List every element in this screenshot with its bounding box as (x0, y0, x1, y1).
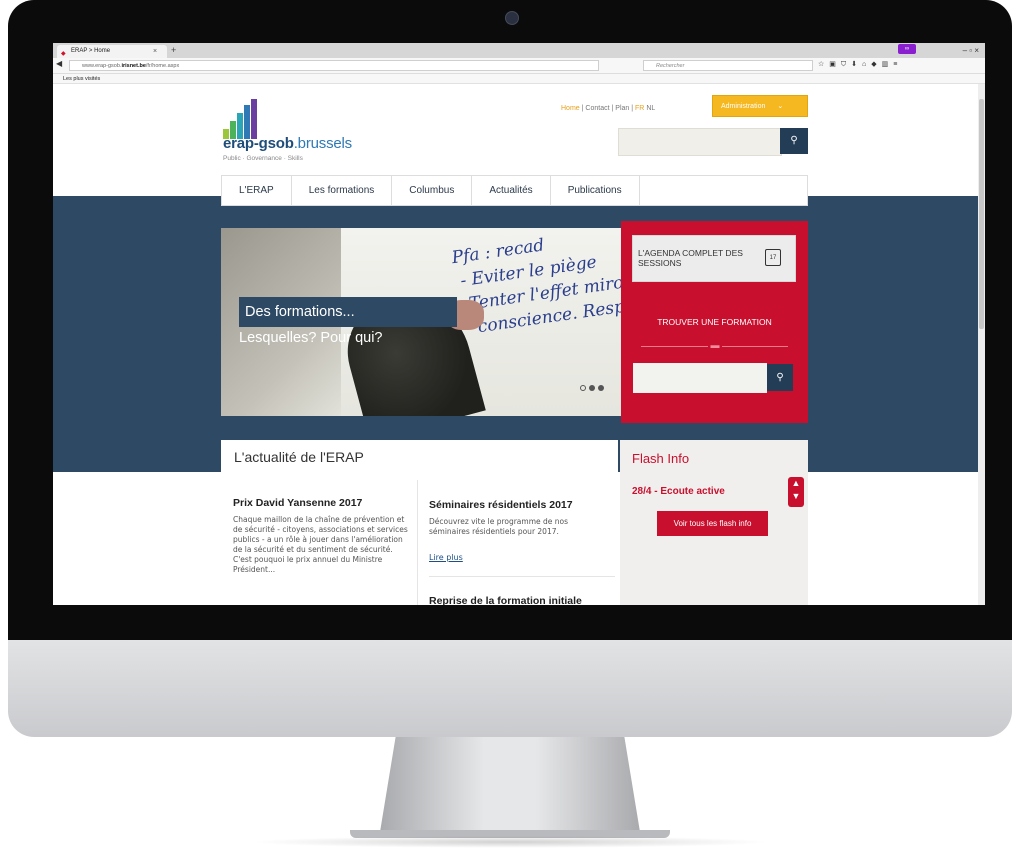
logo-tagline: Public · Governance · Skills (223, 155, 303, 162)
separator: | (631, 105, 634, 112)
separator: | (611, 105, 614, 112)
screen: ◆ ERAP > Home × + ∞ – ▫ × ◀ www.erap-gso… (53, 43, 985, 605)
link-plan[interactable]: Plan (615, 105, 629, 112)
monitor-shadow (250, 836, 770, 848)
webcam (505, 11, 519, 25)
main-navigation: L'ERAP Les formations Columbus Actualité… (221, 175, 808, 206)
divider (417, 480, 418, 605)
logo-main: erap-gsob (223, 135, 294, 152)
training-search-button[interactable]: ⚲ (767, 364, 793, 391)
browser-tab[interactable]: ◆ ERAP > Home × (57, 45, 167, 58)
flash-info-button[interactable]: Voir tous les flash info (657, 511, 768, 536)
url-domain: irisnet.be (121, 63, 146, 69)
article-body: Découvrez vite le programme de nos sémin… (429, 517, 569, 536)
hero-caption-line1[interactable]: Des formations... (239, 297, 457, 327)
slider-dot[interactable] (598, 385, 604, 391)
article-title[interactable]: Prix David Yansenne 2017 (233, 497, 362, 509)
flash-info-item[interactable]: 28/4 - Ecoute active (632, 486, 725, 497)
url-path: /fr/home.aspx (145, 63, 180, 69)
back-arrow-icon[interactable]: ◀ (56, 59, 62, 68)
page-scrollbar-thumb[interactable] (979, 99, 984, 329)
browser-nav-bar: ◀ www.erap-gsob.irisnet.be/fr/home.aspx … (53, 58, 985, 74)
calendar-icon: 17 (765, 249, 781, 266)
url-bar[interactable]: www.erap-gsob.irisnet.be/fr/home.aspx (69, 60, 599, 71)
extension-icon[interactable]: ∞ (898, 44, 916, 54)
monitor-stand (380, 737, 640, 832)
link-contact[interactable]: Contact (585, 105, 609, 112)
bookmarks-bar: Les plus visités (53, 74, 985, 84)
site-logo[interactable]: erap-gsob.brussels (223, 135, 352, 152)
hero-caption-line2[interactable]: Lesquelles? Pour qui? (239, 330, 383, 346)
training-search-input[interactable] (633, 363, 767, 393)
site-search-button[interactable]: ⚲ (780, 128, 808, 154)
briefcase-icon: ▬ (708, 340, 722, 351)
lang-fr[interactable]: FR (635, 105, 644, 112)
read-more-link[interactable]: Lire plus (429, 553, 463, 562)
arrow-up-icon[interactable]: ▲ (788, 477, 804, 490)
divider (429, 576, 615, 577)
search-icon: ⚲ (776, 372, 784, 383)
slider-dot[interactable] (589, 385, 595, 391)
flash-info-arrows[interactable]: ▲ ▼ (788, 477, 804, 507)
browser-tab-bar: ◆ ERAP > Home × + ∞ – ▫ × (53, 43, 985, 58)
browser-search-placeholder: Rechercher (656, 63, 685, 69)
toolbar-icons[interactable]: ☆▣⛉⬇⌂◆▥≡ (818, 60, 902, 69)
chevron-down-icon: ⌄ (777, 103, 784, 110)
nav-publications[interactable]: Publications (551, 176, 640, 205)
slider-dot[interactable] (580, 385, 586, 391)
top-links: Home | Contact | Plan | FR NL (561, 105, 655, 112)
tab-title: ERAP > Home (71, 48, 111, 54)
arrow-down-icon[interactable]: ▼ (788, 490, 804, 503)
administration-button[interactable]: Administration ⌄ (712, 95, 808, 117)
lang-nl[interactable]: NL (646, 105, 655, 112)
nav-formations[interactable]: Les formations (292, 176, 393, 205)
article-body: Chaque maillon de la chaîne de préventio… (233, 515, 408, 574)
link-home[interactable]: Home (561, 105, 580, 112)
agenda-label: L'AGENDA COMPLET DES SESSIONS (638, 248, 743, 268)
monitor-chin (8, 640, 1012, 737)
nav-actualites[interactable]: Actualités (472, 176, 551, 205)
logo-domain: .brussels (293, 135, 352, 152)
slider-dots (580, 385, 604, 391)
window-controls[interactable]: – ▫ × (963, 43, 979, 58)
nav-erap[interactable]: L'ERAP (222, 176, 292, 205)
new-tab-button[interactable]: + (171, 43, 176, 58)
nav-columbus[interactable]: Columbus (392, 176, 473, 205)
browser-search-input[interactable]: Rechercher (643, 60, 813, 71)
logo-bars-icon (223, 99, 257, 139)
tab-close-icon[interactable]: × (153, 45, 157, 58)
separator: | (581, 105, 584, 112)
page-background (53, 472, 221, 605)
site-search-input[interactable] (618, 128, 782, 156)
news-title: L'actualité de l'ERAP (234, 449, 364, 465)
article-title[interactable]: Séminaires résidentiels 2017 (429, 499, 573, 511)
article-title[interactable]: Reprise de la formation initiale (429, 595, 582, 605)
flash-info-title: Flash Info (632, 451, 690, 466)
administration-label: Administration (721, 103, 766, 110)
search-icon: ⚲ (790, 135, 798, 146)
url-prefix: www.erap-gsob. (82, 63, 122, 69)
bookmark-most-visited[interactable]: Les plus visités (63, 76, 100, 82)
find-training-title: TROUVER UNE FORMATION (657, 317, 772, 327)
